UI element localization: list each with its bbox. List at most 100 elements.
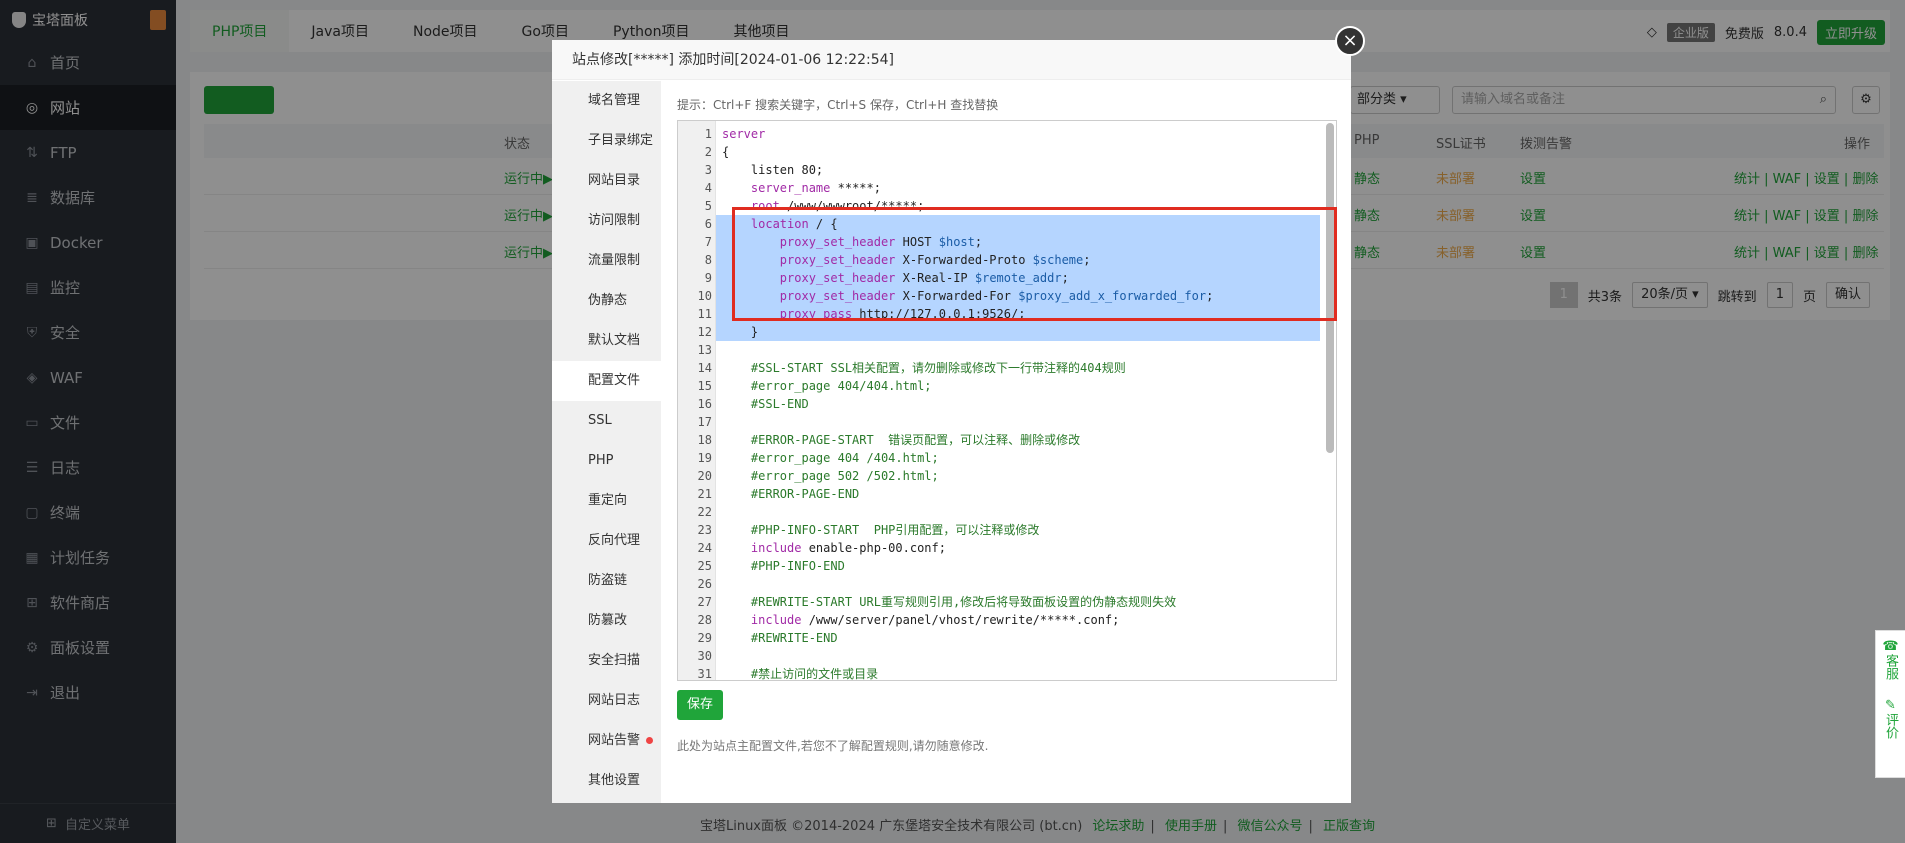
- modal-menu-label: 网站告警: [588, 733, 641, 748]
- save-button[interactable]: 保存: [677, 690, 723, 720]
- config-note: 此处为站点主配置文件,若您不了解配置规则,请勿随意修改.: [677, 739, 989, 753]
- line-number: 29: [697, 631, 712, 645]
- code-line: 19 #error_page 404 /404.html;: [678, 449, 1336, 467]
- modal-menu-item[interactable]: 防篡改: [552, 601, 661, 641]
- modal-menu-item[interactable]: 重定向: [552, 481, 661, 521]
- modal-menu-label: 重定向: [588, 493, 628, 508]
- modal-menu-item[interactable]: 访问限制: [552, 201, 661, 241]
- modal-menu-item[interactable]: 配置文件: [552, 361, 661, 401]
- code-line: 18 #ERROR-PAGE-START 错误页配置，可以注释、删除或修改: [678, 431, 1336, 449]
- code-line: 1 server: [678, 125, 1336, 143]
- code-text: {: [722, 145, 730, 159]
- code-line: 24 include enable-php-00.conf;: [678, 539, 1336, 557]
- line-number: 3: [704, 163, 712, 177]
- line-number: 24: [697, 541, 712, 555]
- code-line: 12 }: [678, 323, 1336, 341]
- code-line: 27 #REWRITE-START URL重写规则引用,修改后将导致面板设置的伪…: [678, 593, 1336, 611]
- code-text: #REWRITE-END: [722, 631, 838, 645]
- modal-menu: 域名管理子目录绑定网站目录访问限制流量限制伪静态默认文档配置文件 SSL PHP 重定…: [552, 81, 661, 803]
- code-editor[interactable]: 1 server 2 {3 listen 80; 4 server_name *****…: [677, 120, 1337, 681]
- code-line: 3 listen 80;: [678, 161, 1336, 179]
- code-line: 4 server_name *****;: [678, 179, 1336, 197]
- modal-menu-item[interactable]: 默认文档: [552, 321, 661, 361]
- modal-menu-item[interactable]: 反向代理: [552, 521, 661, 561]
- code-line: 20 #error_page 502 /502.html;: [678, 467, 1336, 485]
- modal-title: 站点修改[*****] 添加时间[2024-01-06 12:22:54]: [552, 40, 1351, 80]
- line-number: 28: [697, 613, 712, 627]
- close-button[interactable]: ×: [1335, 26, 1365, 56]
- code-text: #PHP-INFO-START PHP引用配置，可以注释或修改: [722, 523, 1040, 537]
- line-number: 12: [697, 325, 712, 339]
- code-text: include enable-php-00.conf;: [750, 541, 946, 555]
- modal-menu-item[interactable]: 防盗链: [552, 561, 661, 601]
- code-text: #SSL-START SSL相关配置，请勿删除或修改下一行带注释的404规则: [722, 361, 1126, 375]
- modal-menu-item[interactable]: SSL: [552, 401, 661, 441]
- modal-menu-label: 安全扫描: [588, 653, 641, 668]
- modal-menu-label: SSL: [588, 413, 612, 428]
- code-line: 31 #禁止访问的文件或目录: [678, 665, 1336, 681]
- code-text: }: [722, 325, 759, 339]
- modal-menu-label: 其他设置: [588, 773, 641, 788]
- modal-menu-item[interactable]: PHP: [552, 441, 661, 481]
- line-number: 23: [697, 523, 712, 537]
- code-text: #error_page 404/404.html;: [722, 379, 932, 393]
- modal-menu-label: 伪静态: [588, 293, 628, 308]
- modal-menu-item[interactable]: 流量限制: [552, 241, 661, 281]
- code-line: 13: [678, 341, 1336, 359]
- code-line: 16 #SSL-END: [678, 395, 1336, 413]
- modal-menu-item[interactable]: 网站告警: [552, 721, 661, 761]
- modal-menu-item[interactable]: 其他设置: [552, 761, 661, 801]
- editor-hint: 提示：Ctrl+F 搜索关键字，Ctrl+S 保存，Ctrl+H 查找替换: [677, 98, 999, 112]
- rate-button[interactable]: ✎ 评价: [1876, 698, 1905, 743]
- modal-menu-item[interactable]: 域名管理: [552, 81, 661, 121]
- modal-menu-item[interactable]: 安全扫描: [552, 641, 661, 681]
- code-text: #ERROR-PAGE-END: [722, 487, 860, 501]
- modal-menu-item[interactable]: 子目录绑定: [552, 121, 661, 161]
- line-number: 31: [697, 667, 712, 681]
- edit-icon: ✎: [1885, 698, 1896, 713]
- line-number: 8: [704, 253, 712, 267]
- line-number: 10: [697, 289, 712, 303]
- line-number: 15: [697, 379, 712, 393]
- customer-service-button[interactable]: ☎ 客服: [1876, 639, 1905, 684]
- modal-menu-label: 访问限制: [588, 213, 641, 228]
- site-config-modal: 站点修改[*****] 添加时间[2024-01-06 12:22:54] × …: [552, 26, 1365, 803]
- modal-menu-label: 子目录绑定: [588, 133, 654, 148]
- modal-menu-label: 配置文件: [588, 373, 641, 388]
- modal-menu-item[interactable]: 网站目录: [552, 161, 661, 201]
- line-number: 16: [697, 397, 712, 411]
- modal-menu-item[interactable]: 网站日志: [552, 681, 661, 721]
- code-text: #REWRITE-START URL重写规则引用,修改后将导致面板设置的伪静态规…: [722, 595, 1177, 609]
- service-label: 客服: [1883, 654, 1898, 680]
- code-line: 23 #PHP-INFO-START PHP引用配置，可以注释或修改: [678, 521, 1336, 539]
- code-text: server: [722, 127, 766, 141]
- code-line: 17: [678, 413, 1336, 431]
- close-icon: ×: [1342, 30, 1358, 51]
- line-number: 22: [697, 505, 712, 519]
- code-line: 22: [678, 503, 1336, 521]
- line-number: 30: [697, 649, 712, 663]
- alert-dot-icon: [646, 737, 654, 744]
- line-number: 20: [697, 469, 712, 483]
- line-number: 2: [704, 145, 712, 159]
- line-number: 9: [704, 271, 712, 285]
- modal-menu-label: 反向代理: [588, 533, 641, 548]
- modal-menu-label: 防盗链: [588, 573, 628, 588]
- code-line: 29 #REWRITE-END: [678, 629, 1336, 647]
- chat-icon: ☎: [1882, 639, 1899, 654]
- line-number: 21: [697, 487, 712, 501]
- modal-menu-label: 网站目录: [588, 173, 641, 188]
- line-number: 26: [697, 577, 712, 591]
- code-line: 25 #PHP-INFO-END: [678, 557, 1336, 575]
- line-number: 6: [704, 217, 712, 231]
- code-text: #error_page 502 /502.html;: [722, 469, 939, 483]
- line-number: 1: [704, 127, 712, 141]
- rate-label: 评价: [1883, 713, 1898, 739]
- code-line: 28 include /www/server/panel/vhost/rewri…: [678, 611, 1336, 629]
- code-text: include /www/server/panel/vhost/rewrite/…: [750, 613, 1120, 627]
- line-number: 25: [697, 559, 712, 573]
- modal-menu-label: 域名管理: [588, 93, 641, 108]
- modal-menu-label: PHP: [588, 453, 614, 468]
- code-text: #PHP-INFO-END: [722, 559, 845, 573]
- modal-menu-item[interactable]: 伪静态: [552, 281, 661, 321]
